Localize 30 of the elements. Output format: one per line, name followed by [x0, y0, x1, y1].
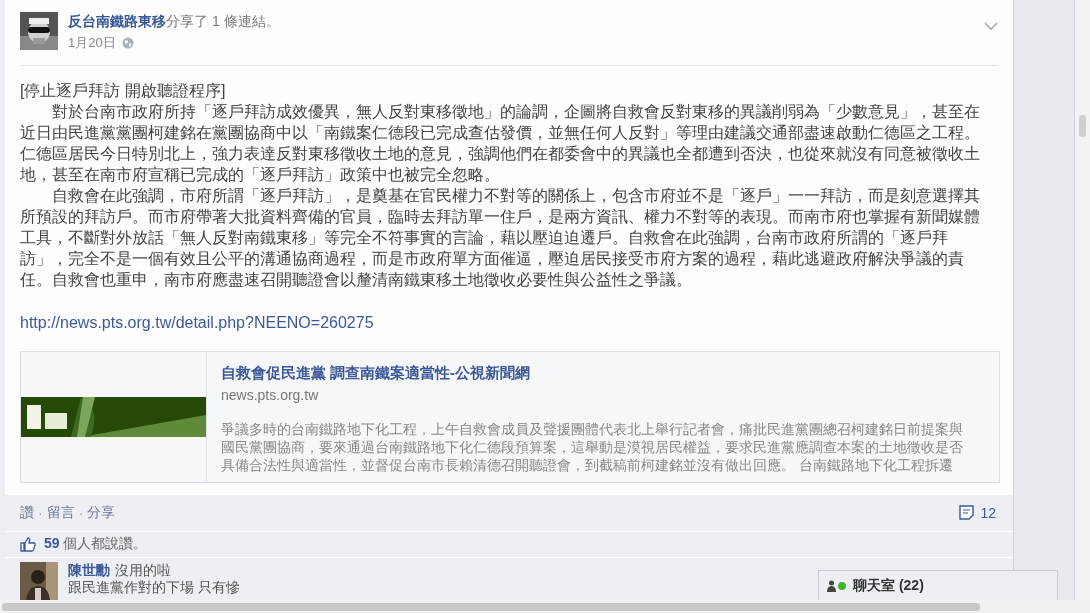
post-paragraph: 自救會在此強調，市府所謂「逐戶拜訪」，是奠基在官民權力不對等的關係上，包含市府並不是「逐戶」一一拜訪，而是刻意選擇其所預設的拜訪戶。而市府帶著大批資料齊備的官員，臨時去拜訪單一住戶，是兩方資訊、權力不對等的表現。而南市府也掌握有新聞媒體工具，不斷對外放話「無人反對南鐵東移」等完全不符事實的言論，藉以壓迫迫遷戶。自救會在此強調，台南市政府所謂的「逐戶拜訪」，完全不是一個有效且公平的溝通協商過程，而是市政府單方面催逼，壓迫居民接受市府方案的過程，藉此逃避政府解決爭議的責任。自救會也重申，南市府應盡速召開聽證會以釐清南鐵東移土地徵收必要性與公益性之爭議。	[20, 185, 982, 290]
comment-text: 沒用的啦	[115, 562, 171, 578]
action-link[interactable]: 分享	[87, 503, 116, 522]
separator-dot: ·	[38, 504, 43, 521]
scrollbar-thumb[interactable]	[2, 603, 980, 611]
scrollbar-thumb[interactable]	[1079, 115, 1086, 137]
post-date[interactable]: 1月20日	[68, 34, 116, 52]
thumbs-up-icon	[20, 536, 36, 552]
link-title[interactable]: 自救會促民進黨 調查南鐵案適當性-公視新聞網	[221, 364, 976, 383]
post-link[interactable]: http://news.pts.org.tw/detail.php?NEENO=260275	[20, 312, 374, 333]
user-online-icon	[827, 579, 847, 592]
author-name[interactable]: 反台南鐵路東移	[68, 13, 166, 29]
link-description: 爭議多時的台南鐵路地下化工程，上午自救會成員及聲援團體代表北上舉行記者會，痛批民進黨團總召柯建銘日前提案與國民黨團協商，要來通過台南鐵路地下化仁德段預算案，這舉動是漠視居民權益，要求民進黨應調查本案的土地徵收是否具備合法性與適當性，並督促台南市長賴清德召開聽證會，到截稿前柯建銘並沒有做出回應。 台南鐵路地下化工程拆遷	[221, 421, 964, 475]
separator-dot: ·	[78, 504, 84, 521]
chat-tab[interactable]: 聊天室 (22)	[818, 570, 1058, 600]
action-link[interactable]: 留言	[46, 503, 75, 522]
comment-count[interactable]: 12	[980, 504, 996, 521]
chevron-down-icon[interactable]	[984, 22, 998, 31]
post-title: [停止逐戶拜訪 開啟聽證程序]	[20, 80, 227, 101]
likes-text: 個人都說讚。	[63, 535, 148, 552]
action-text: 分享了 1 條連結。	[166, 13, 280, 29]
post-paragraph: 對於台南市政府所持「逐戶拜訪成效優異，無人反對東移徵地」的論調，企圖將自救會反對東移的異議削弱為「少數意見」，甚至在近日由民進黨黨團柯建銘在黨團協商中以「南鐵案仁德段已完成查估發價，並無任何人反對」等理由建議交通部盡速啟動仁德區之工程。仁德區居民今日特別北上，強力表達反對東移徵收土地的意見，強調他們在都委會中的異議也全都遭到否決，也從來就沒有同意被徵收土地，甚至在南市府宣稱已完成的「逐戶拜訪」政策中也被完全忽略。	[20, 101, 982, 185]
commenter-name[interactable]: 陳世勳	[68, 562, 110, 578]
action-link[interactable]: 讚	[20, 503, 34, 522]
like-count[interactable]: 59	[44, 535, 60, 552]
comment-text: 跟民進黨作對的下場 只有慘	[68, 579, 240, 596]
link-domain: news.pts.org.tw	[221, 387, 320, 403]
link-card[interactable]: 自救會促民進黨 調查南鐵案適當性-公視新聞網 news.pts.org.tw 爭議多時的台南鐵路地下化工程，上午自救會成員及聲援團體代表北上舉行記者會，痛批民進黨團總召柯建銘日前提案與國民黨團協商，要來通過台南鐵路地下化仁德段預算案，這舉動是漠視居民權益，要求民進黨應調查本案的土地徵收是否具備合法性與適當性，並督促台南市長賴清德召開聽證會，到截稿前柯建銘並沒有做出回應。 台南鐵路地下化工程拆遷	[20, 351, 1000, 483]
comment-icon[interactable]	[959, 505, 975, 521]
globe-icon	[121, 37, 134, 49]
